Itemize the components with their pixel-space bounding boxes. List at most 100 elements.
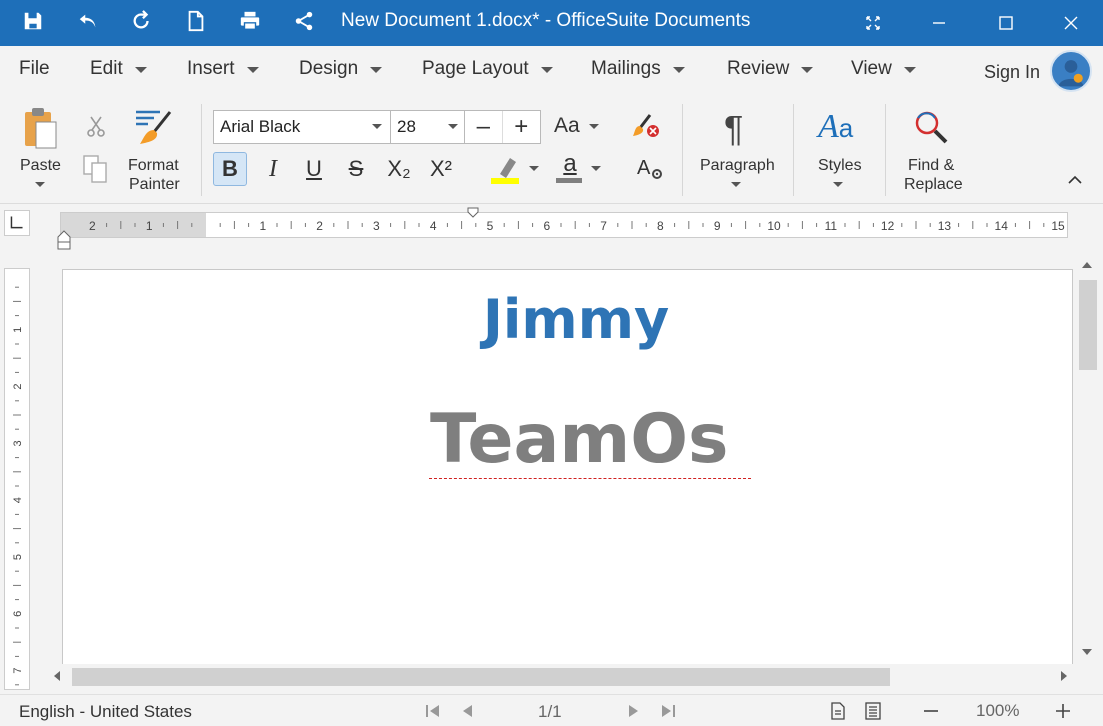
first-page-button[interactable] [424,702,442,720]
copy-button[interactable] [82,154,110,184]
scroll-up-icon[interactable] [1082,262,1092,268]
menu-mailings[interactable]: Mailings [591,58,685,80]
minus-icon [924,710,938,712]
font-name-select[interactable]: Arial Black [213,110,391,144]
minimize-button[interactable] [906,0,972,46]
next-page-icon [629,705,638,717]
ruler-label: 14 [995,219,1009,233]
chevron-up-icon [1068,175,1082,184]
ribbon-separator [885,104,886,196]
highlight-dropdown-icon[interactable] [529,166,539,171]
highlight-button[interactable] [490,154,520,186]
subscript-button[interactable]: X₂ [382,152,416,186]
zoom-level[interactable]: 100% [976,701,1019,721]
zoom-in-button[interactable] [1054,702,1072,720]
change-case-dropdown-icon[interactable] [589,124,599,129]
styles-button[interactable]: Styles [818,157,862,175]
document-text-line-1[interactable]: Jimmy [0,288,1103,351]
fullscreen-button[interactable] [840,0,906,46]
paragraph-dropdown-icon[interactable] [731,182,741,187]
underline-button[interactable]: U [297,152,331,186]
change-case-button[interactable]: Aa [554,114,580,138]
ruler-label: 3 [373,219,380,233]
undo-icon[interactable] [73,6,103,36]
menu-design-label: Design [299,58,359,79]
ruler-label: 2 [89,219,96,233]
avatar[interactable] [1050,50,1092,92]
paragraph-icon[interactable]: ¶ [724,108,743,150]
paste-dropdown-icon[interactable] [35,182,45,187]
collapse-ribbon-button[interactable] [1066,172,1084,186]
format-painter-button[interactable] [134,108,174,148]
vruler-label: 7 [12,668,24,674]
bold-icon: B [222,156,238,181]
superscript-button[interactable]: X² [424,152,458,186]
share-icon[interactable] [289,6,319,36]
strikethrough-button[interactable]: S [339,152,373,186]
print-icon[interactable] [235,6,265,36]
bold-button[interactable]: B [213,152,247,186]
increase-font-button[interactable]: + [503,111,541,143]
first-line-indent-marker[interactable] [467,206,479,218]
scroll-right-icon[interactable] [1061,671,1067,681]
horizontal-scroll-thumb[interactable] [72,668,890,686]
italic-button[interactable]: I [256,152,290,186]
tab-selector[interactable] [4,210,30,236]
language-status[interactable]: English - United States [19,702,192,722]
ruler-label: 8 [657,219,664,233]
menu-edit[interactable]: Edit [90,58,147,80]
left-indent-marker[interactable] [57,230,71,250]
font-color-dropdown-icon[interactable] [591,166,601,171]
redo-icon[interactable] [127,6,157,36]
web-view-button[interactable] [864,702,882,720]
sign-in-link[interactable]: Sign In [984,62,1040,83]
vruler-label: 4 [12,497,24,503]
find-replace-icon[interactable] [910,108,954,148]
vertical-scroll-thumb[interactable] [1079,280,1097,370]
next-page-button[interactable] [624,702,642,720]
document-text-line-2[interactable]: TeamOs [430,400,729,479]
page-view-button[interactable] [829,702,847,720]
previous-page-button[interactable] [459,702,477,720]
styles-icon[interactable]: Aa [818,108,853,146]
font-name-dropdown-icon[interactable] [372,124,382,129]
close-icon [1064,16,1078,30]
scissors-icon [87,116,105,137]
web-view-icon [865,702,881,720]
paintbrush-icon [136,110,172,144]
new-document-icon[interactable] [181,6,211,36]
ruler-label: 6 [543,219,550,233]
save-icon[interactable] [18,6,48,36]
chevron-down-icon [672,67,685,73]
highlighter-icon [491,158,519,184]
menu-insert[interactable]: Insert [187,58,259,80]
cut-button[interactable] [84,114,108,138]
styles-dropdown-icon[interactable] [833,182,843,187]
menu-view-label: View [851,58,892,79]
close-button[interactable] [1038,0,1103,46]
italic-icon: I [269,155,277,182]
scroll-left-icon[interactable] [54,671,60,681]
find-replace-label-1[interactable]: Find & [908,157,954,175]
find-replace-label-2[interactable]: Replace [904,176,963,194]
menu-page-layout[interactable]: Page Layout [422,58,553,80]
menu-view[interactable]: View [851,58,916,80]
font-settings-button[interactable]: A [636,154,666,184]
decrease-font-button[interactable]: – [465,111,503,143]
last-page-button[interactable] [659,702,677,720]
paste-button[interactable] [22,106,58,150]
menu-mailings-label: Mailings [591,58,661,79]
font-color-button[interactable]: a [556,150,584,186]
maximize-button[interactable] [973,0,1039,46]
zoom-out-button[interactable] [922,702,940,720]
clear-formatting-button[interactable] [632,112,662,142]
eraser-icon [633,114,659,137]
paragraph-button[interactable]: Paragraph [700,157,775,175]
menu-design[interactable]: Design [299,58,383,80]
horizontal-ruler[interactable]: 2 1 1 2 3 4 5 6 7 8 9 10 11 12 13 14 15 [60,212,1068,238]
scroll-down-icon[interactable] [1082,649,1092,655]
menu-review[interactable]: Review [727,58,814,80]
font-size-dropdown-icon[interactable] [448,124,458,129]
ruler-label: 5 [487,219,494,233]
menu-file[interactable]: File [19,58,50,80]
